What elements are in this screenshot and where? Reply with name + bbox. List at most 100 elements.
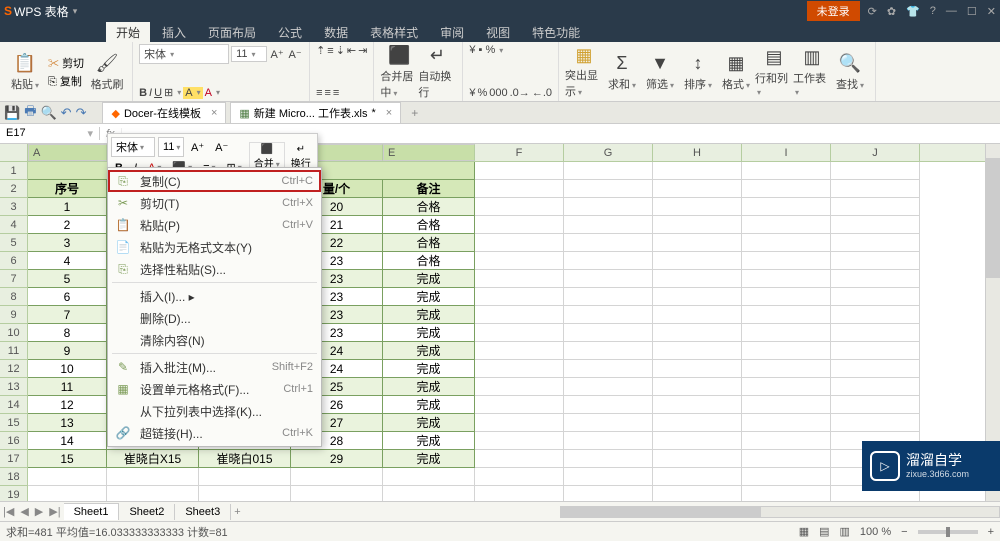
cell[interactable]: 崔晓白X15 (107, 450, 199, 468)
cell[interactable] (475, 162, 564, 180)
cell[interactable]: 4 (28, 252, 107, 270)
cell[interactable]: 合格 (383, 216, 475, 234)
new-tab-button[interactable]: + (405, 106, 424, 120)
cell[interactable]: 完成 (383, 270, 475, 288)
cell[interactable] (742, 486, 831, 501)
help-icon[interactable]: ? (930, 5, 936, 18)
context-menu-item[interactable]: 删除(D)... (108, 307, 321, 329)
format-button[interactable]: ▦格式 (717, 44, 755, 99)
cell[interactable] (475, 414, 564, 432)
row-header[interactable]: 17 (0, 450, 28, 468)
cell[interactable] (742, 360, 831, 378)
cell[interactable] (564, 252, 653, 270)
sheet-nav-last[interactable]: ▶| (46, 505, 63, 518)
cell[interactable]: 完成 (383, 396, 475, 414)
align-middle-icon[interactable]: ≡ (327, 45, 333, 57)
cell[interactable] (107, 468, 199, 486)
mini-font-select[interactable]: 宋体 (111, 137, 155, 157)
cell[interactable]: 12 (28, 396, 107, 414)
cell[interactable] (564, 414, 653, 432)
cell[interactable] (831, 198, 920, 216)
cell[interactable] (831, 180, 920, 198)
shrink-font-icon[interactable]: A⁻ (287, 46, 303, 62)
cell[interactable] (653, 360, 742, 378)
cell[interactable] (742, 216, 831, 234)
fill-color-button[interactable]: A (183, 87, 202, 99)
mini-size-select[interactable]: 11 (158, 137, 184, 157)
row-header[interactable]: 9 (0, 306, 28, 324)
menu-layout[interactable]: 页面布局 (198, 22, 266, 43)
cell[interactable]: 完成 (383, 288, 475, 306)
cell[interactable] (653, 396, 742, 414)
size-select[interactable]: 11 (231, 46, 267, 62)
cell[interactable] (831, 360, 920, 378)
cell[interactable] (475, 252, 564, 270)
preview-icon[interactable]: 🔍 (40, 105, 56, 121)
cell[interactable] (653, 306, 742, 324)
cell[interactable] (107, 486, 199, 501)
zoom-in-button[interactable]: + (988, 526, 994, 538)
cell[interactable] (742, 252, 831, 270)
cell[interactable] (653, 216, 742, 234)
cell[interactable] (831, 288, 920, 306)
context-menu-item[interactable]: 从下拉列表中选择(K)... (108, 400, 321, 422)
row-header[interactable]: 7 (0, 270, 28, 288)
doc-tab-docer[interactable]: ◆Docer-在线模板× (102, 102, 226, 123)
zoom-out-button[interactable]: − (901, 526, 907, 538)
name-box[interactable]: E17▾ (0, 127, 100, 140)
cell[interactable] (383, 468, 475, 486)
cell[interactable]: 完成 (383, 414, 475, 432)
save-icon[interactable]: 💾 (4, 105, 20, 121)
cell[interactable]: 10 (28, 360, 107, 378)
sheet-tab[interactable]: Sheet2 (119, 504, 175, 520)
cell[interactable]: 6 (28, 288, 107, 306)
cell[interactable] (653, 450, 742, 468)
cell[interactable] (475, 216, 564, 234)
menu-formula[interactable]: 公式 (268, 22, 312, 43)
menu-insert[interactable]: 插入 (152, 22, 196, 43)
cell[interactable] (564, 216, 653, 234)
col-header[interactable]: A (28, 144, 107, 161)
context-menu-item[interactable]: 🔗超链接(H)...Ctrl+K (108, 422, 321, 444)
cell[interactable] (831, 324, 920, 342)
menu-review[interactable]: 审阅 (430, 22, 474, 43)
cell[interactable] (475, 450, 564, 468)
cell[interactable] (475, 270, 564, 288)
cell[interactable] (564, 180, 653, 198)
menu-data[interactable]: 数据 (314, 22, 358, 43)
sheet-nav-prev[interactable]: ◀ (17, 505, 31, 518)
cell[interactable] (564, 360, 653, 378)
col-header[interactable]: E (383, 144, 475, 161)
font-select[interactable]: 宋体 (139, 44, 229, 64)
cell[interactable] (831, 216, 920, 234)
cell[interactable] (831, 234, 920, 252)
cell[interactable]: 11 (28, 378, 107, 396)
sum-button[interactable]: Σ求和 (603, 44, 641, 99)
row-header[interactable]: 3 (0, 198, 28, 216)
cell[interactable]: 合格 (383, 234, 475, 252)
cell[interactable] (831, 162, 920, 180)
cell[interactable] (291, 468, 383, 486)
wrap-text-button[interactable]: ↵自动换行 (418, 44, 456, 100)
row-header[interactable]: 8 (0, 288, 28, 306)
cell[interactable] (742, 234, 831, 252)
cell[interactable] (742, 378, 831, 396)
highlight-button[interactable]: ▦突出显示 (565, 44, 603, 99)
cell[interactable] (475, 378, 564, 396)
decimal-inc-icon[interactable]: .0→ (510, 87, 530, 99)
cell[interactable]: 序号 (28, 180, 107, 198)
context-menu-item[interactable]: 清除内容(N) (108, 329, 321, 351)
decimal-dec-icon[interactable]: ←.0 (532, 87, 552, 99)
context-menu-item[interactable]: 插入(I)... ▸ (108, 285, 321, 307)
cell[interactable] (653, 252, 742, 270)
cell[interactable] (475, 324, 564, 342)
context-menu-item[interactable]: ✂剪切(T)Ctrl+X (108, 192, 321, 214)
col-header[interactable]: F (475, 144, 564, 161)
cell[interactable] (653, 180, 742, 198)
cell[interactable] (742, 324, 831, 342)
app-dropdown-icon[interactable]: ▾ (73, 6, 78, 17)
cell[interactable] (564, 396, 653, 414)
redo-icon[interactable]: ↷ (76, 105, 87, 121)
cell[interactable] (564, 324, 653, 342)
undo-icon[interactable]: ↶ (61, 105, 72, 121)
